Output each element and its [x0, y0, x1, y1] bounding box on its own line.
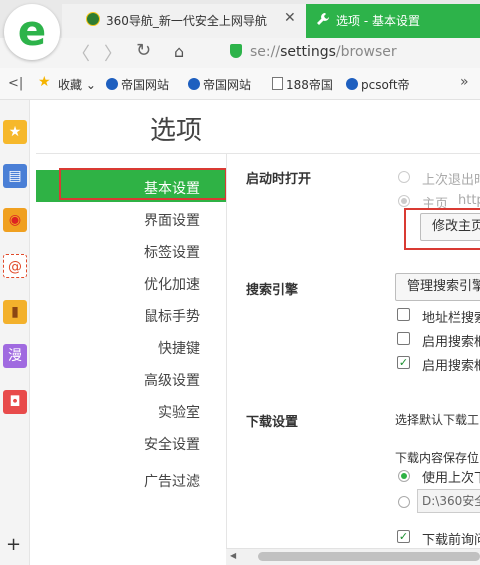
bookmark-item[interactable]: pcsoft帝 [346, 76, 410, 93]
manga-icon[interactable]: 漫 [3, 344, 27, 368]
bookmark-favorites[interactable]: 收藏 ⌄ [58, 76, 96, 93]
bookmark-item[interactable]: 帝国网站 [106, 76, 169, 93]
nav-item-security[interactable]: 安全设置 [100, 434, 200, 454]
url-field[interactable]: se://settings/browser [250, 44, 397, 60]
back-button[interactable]: 〈 [72, 40, 90, 66]
browser-logo-letter: e [17, 6, 47, 55]
nav-item-tabs[interactable]: 标签设置 [100, 242, 200, 262]
divider [226, 153, 227, 565]
favorites-icon[interactable]: ★ [3, 120, 27, 144]
nav-item-adblock[interactable]: 广告过滤 [100, 471, 200, 491]
ie-icon [346, 78, 358, 90]
radio-last-session[interactable] [398, 171, 410, 183]
nav-item-interface[interactable]: 界面设置 [100, 210, 200, 230]
star-icon: ★ [38, 74, 51, 90]
nav-item-shortcuts[interactable]: 快捷键 [100, 338, 200, 358]
save-location-label: 下载内容保存位 [395, 451, 480, 465]
url-path: /browser [335, 44, 397, 60]
radio-custom-path[interactable] [398, 496, 410, 508]
ie-icon [106, 78, 118, 90]
bookmark-label: 帝国网站 [121, 78, 170, 92]
notebook-icon[interactable]: ▮ [3, 300, 27, 324]
download-tool-label: 选择默认下载工 [395, 413, 480, 427]
weibo-icon[interactable]: ◉ [3, 208, 27, 232]
360-logo-icon [86, 12, 100, 26]
nav-item-advanced[interactable]: 高级设置 [100, 370, 200, 390]
download-path-field[interactable]: D:\360安全 [417, 489, 480, 513]
scroll-left-icon[interactable]: ◀ [230, 551, 236, 560]
manage-search-engines-button[interactable]: 管理搜索引擎 [395, 273, 480, 301]
nav-item-basic[interactable]: 基本设置 [100, 178, 200, 198]
radio-label: 使用上次下 [422, 471, 480, 486]
home-button[interactable]: ⌂ [174, 42, 184, 61]
bookmark-overflow-icon[interactable]: » [460, 74, 469, 90]
bookmark-label: 188帝国 [286, 78, 333, 92]
add-app-button[interactable]: + [6, 534, 21, 555]
url-host: settings [280, 44, 336, 60]
section-title-startup: 启动时打开 [246, 172, 312, 187]
game-icon[interactable]: ◘ [3, 390, 27, 414]
document-icon [272, 77, 283, 90]
radio-homepage[interactable] [398, 195, 410, 207]
sidebar-toggle-icon[interactable]: <| [8, 76, 23, 91]
url-scheme: se:// [250, 44, 281, 60]
section-title-search: 搜索引擎 [246, 283, 299, 298]
tab-title: 选项 - 基本设置 [336, 14, 420, 28]
nav-item-mouse-gestures[interactable]: 鼠标手势 [100, 306, 200, 326]
news-icon[interactable]: ▤ [3, 164, 27, 188]
checkbox-label: 地址栏搜索 [422, 311, 480, 326]
bookmark-item[interactable]: 帝国网站 [188, 76, 251, 93]
ie-icon [188, 78, 200, 90]
chevron-down-icon: ⌄ [85, 78, 96, 92]
radio-label: 上次退出时 [422, 173, 480, 188]
wrench-icon [316, 12, 330, 26]
bookmark-item[interactable]: 188帝国 [272, 76, 333, 93]
checkbox-enable-search-box[interactable] [397, 332, 410, 345]
forward-button[interactable]: 〉 [104, 40, 122, 66]
favorites-label: 收藏 [58, 78, 83, 92]
scrollbar-thumb[interactable] [258, 552, 480, 561]
checkbox-ask-before-download[interactable]: ✓ [397, 530, 410, 543]
checkbox-label: 下载前询问 [422, 533, 480, 548]
refresh-button[interactable]: ↻ [136, 40, 151, 61]
checkbox-address-bar-search[interactable] [397, 308, 410, 321]
checkbox-enable-search-box-2[interactable]: ✓ [397, 356, 410, 369]
nav-item-lab[interactable]: 实验室 [100, 402, 200, 422]
radio-use-last-location[interactable] [398, 470, 410, 482]
section-title-download: 下载设置 [246, 415, 299, 430]
checkbox-label: 启用搜索框 [422, 359, 480, 374]
homepage-url: http [458, 193, 480, 208]
bookmark-label: pcsoft帝 [361, 78, 410, 92]
page-title: 选项 [150, 116, 203, 146]
highlight-box [404, 208, 480, 250]
checkbox-label: 启用搜索框 [422, 335, 480, 350]
tab-title: 360导航_新一代安全上网导航 [106, 14, 267, 28]
shield-icon [230, 44, 242, 58]
divider [36, 153, 480, 154]
nav-item-optimize[interactable]: 优化加速 [100, 274, 200, 294]
close-icon[interactable]: ✕ [284, 10, 296, 26]
bookmark-label: 帝国网站 [203, 78, 252, 92]
mail-icon[interactable]: @ [3, 254, 27, 278]
